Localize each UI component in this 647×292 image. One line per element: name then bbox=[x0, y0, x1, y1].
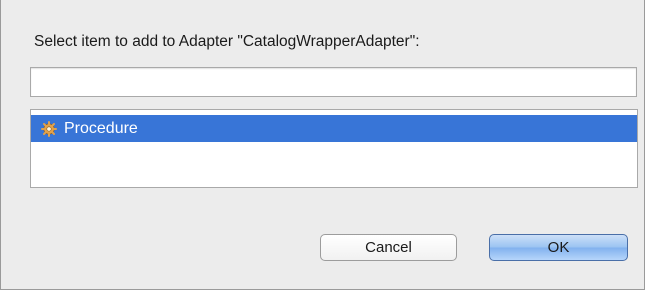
dialog-prompt: Select item to add to Adapter "CatalogWr… bbox=[34, 33, 420, 50]
ok-button[interactable]: OK bbox=[489, 234, 628, 261]
cancel-button[interactable]: Cancel bbox=[320, 234, 457, 261]
gear-icon bbox=[41, 120, 57, 137]
filter-input[interactable] bbox=[30, 67, 637, 97]
list-item-label: Procedure bbox=[64, 119, 138, 137]
list-item-procedure[interactable]: Procedure bbox=[31, 115, 637, 142]
item-list[interactable]: Procedure bbox=[30, 109, 638, 188]
add-item-dialog: Select item to add to Adapter "CatalogWr… bbox=[0, 0, 645, 290]
